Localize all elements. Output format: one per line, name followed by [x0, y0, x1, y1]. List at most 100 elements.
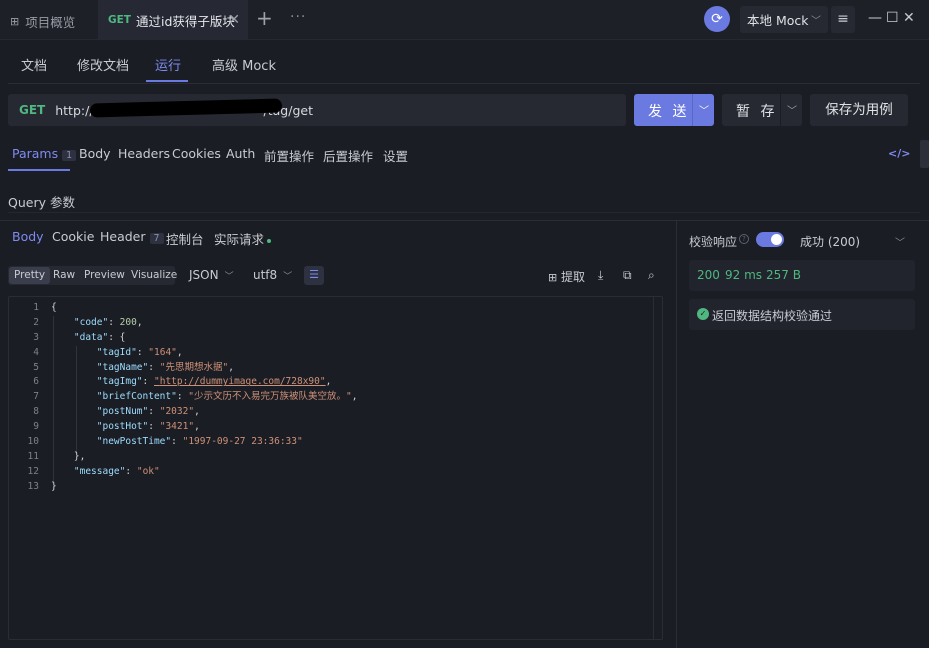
json-postnum-value: 2032	[165, 406, 189, 418]
chevron-down-icon: ﹀	[811, 16, 821, 27]
save-as-case-button[interactable]: 保存为用例	[810, 94, 908, 126]
grid-icon: ⊞	[10, 15, 20, 28]
line-number-gutter: 1 2 3 4 5 6 7 8 9 10 11 12 13	[9, 301, 39, 495]
active-tab-indicator	[8, 169, 70, 171]
extract-icon: ⊞	[548, 271, 558, 284]
download-icon[interactable]: ⤓	[598, 268, 603, 283]
subtab-edit-docs[interactable]: 修改文档	[77, 55, 129, 74]
tab-headers[interactable]: Headers	[118, 146, 170, 161]
url-input[interactable]: GET http:// /tag/get	[8, 94, 626, 126]
tab-project-overview-label: 项目概览	[25, 15, 76, 30]
encoding-select[interactable]: utf8 ﹀	[253, 268, 292, 282]
json-tagimg-link[interactable]: http://dummyimage.com/728x90	[160, 376, 320, 387]
json-tagname-value: 先思期想水据	[165, 361, 223, 373]
line-number: 10	[27, 436, 39, 448]
format-raw[interactable]: Raw	[53, 269, 75, 281]
line-number: 3	[33, 331, 39, 343]
response-tab-console[interactable]: 控制台	[166, 229, 204, 248]
hamburger-menu-icon[interactable]: ≡	[831, 6, 855, 33]
close-window-icon[interactable]: ✕	[903, 10, 915, 26]
validate-toggle[interactable]	[756, 232, 784, 247]
line-number: 1	[33, 302, 39, 313]
response-tab-body[interactable]: Body	[12, 229, 44, 244]
line-number: 13	[27, 480, 39, 492]
response-tab-actual-request[interactable]: 实际请求	[214, 229, 272, 248]
divider	[780, 94, 781, 126]
save-draft-button[interactable]: 暂 存 ﹀	[722, 94, 802, 126]
format-pretty[interactable]: Pretty	[9, 267, 51, 284]
wrap-lines-icon[interactable]: ☰	[304, 266, 324, 285]
help-icon[interactable]: ?	[739, 234, 749, 244]
line-number: 11	[27, 450, 39, 462]
params-count-badge: 1	[62, 150, 77, 161]
environment-label: 本地 Mock	[747, 13, 809, 28]
json-code: { "code": 200, "data": { "tagId": "164",…	[51, 302, 358, 492]
extract-label: 提取	[561, 270, 586, 284]
response-tab-cookie[interactable]: Cookie	[52, 229, 94, 244]
line-number: 5	[33, 361, 39, 373]
validate-response-label: 校验响应	[689, 235, 738, 249]
sync-icon[interactable]: ⟳	[704, 6, 730, 32]
validation-result-text: 返回数据结构校验通过	[712, 309, 833, 323]
scrollbar[interactable]	[920, 140, 929, 168]
subtab-docs[interactable]: 文档	[21, 55, 47, 74]
line-number: 9	[33, 421, 39, 433]
divider	[8, 212, 920, 213]
json-posthot-value: 3421	[165, 421, 189, 433]
response-body-editor[interactable]: 1 2 3 4 5 6 7 8 9 10 11 12 13 { "code": …	[8, 296, 663, 640]
request-method[interactable]: GET	[19, 103, 45, 117]
extract-button[interactable]: ⊞ 提取	[548, 268, 585, 285]
scrollbar[interactable]	[653, 297, 662, 639]
environment-select[interactable]: 本地 Mock ﹀	[740, 6, 828, 33]
tab-endpoint-title: 通过id获得子版块	[135, 13, 235, 29]
tab-params[interactable]: Params 1	[12, 146, 77, 161]
json-newposttime-value: 1997-09-27 23:36:33	[188, 436, 297, 448]
tab-post-operations[interactable]: 后置操作	[323, 146, 373, 165]
format-visualize[interactable]: Visualize	[131, 269, 177, 281]
url-prefix-text: http://	[55, 102, 94, 118]
header-count-badge: 7	[149, 233, 164, 244]
tab-endpoint[interactable]: GET 通过id获得子版块 ✕	[98, 0, 248, 40]
divider	[692, 94, 693, 126]
validation-result: ✓ 返回数据结构校验通过	[689, 299, 915, 330]
subtab-run[interactable]: 运行	[155, 55, 181, 74]
tab-method-badge: GET	[108, 14, 131, 26]
validation-status-select[interactable]: 成功 (200)	[800, 233, 860, 250]
format-preview[interactable]: Preview	[84, 269, 125, 281]
redaction-mark	[89, 98, 283, 118]
chevron-down-icon: ﹀	[224, 272, 234, 282]
copy-icon[interactable]: ⧉	[623, 268, 632, 283]
json-tagid-value: 164	[154, 346, 172, 358]
chevron-down-icon[interactable]: ﹀	[699, 102, 709, 117]
send-button[interactable]: 发 送 ﹀	[634, 94, 714, 126]
subtab-advanced-mock[interactable]: 高级 Mock	[212, 55, 276, 74]
json-briefcontent-value: 少示文历不入易完万族被队美空放。	[194, 391, 347, 403]
close-icon[interactable]: ✕	[228, 12, 240, 28]
code-icon[interactable]: </>	[888, 147, 910, 160]
tab-auth[interactable]: Auth	[226, 146, 255, 161]
tab-project-overview[interactable]: ⊞ 项目概览	[10, 12, 75, 31]
tab-pre-operations[interactable]: 前置操作	[264, 146, 314, 165]
minimize-icon[interactable]: —	[868, 10, 882, 26]
chevron-down-icon[interactable]: ﹀	[895, 234, 905, 249]
line-number: 7	[33, 391, 39, 403]
tab-body[interactable]: Body	[79, 146, 111, 161]
more-icon[interactable]: ···	[290, 9, 306, 25]
chevron-down-icon: ﹀	[283, 272, 293, 282]
tab-settings[interactable]: 设置	[383, 146, 408, 165]
encoding-label: utf8	[253, 268, 278, 282]
chevron-down-icon[interactable]: ﹀	[787, 102, 797, 117]
line-number: 8	[33, 406, 39, 418]
title-bar: ⊞ 项目概览 GET 通过id获得子版块 ✕ + ··· ⟳ 本地 Mock ﹀…	[0, 0, 929, 40]
maximize-icon[interactable]: ☐	[886, 10, 899, 26]
content-type-select[interactable]: JSON ﹀	[189, 268, 234, 282]
response-tab-header[interactable]: Header 7	[100, 229, 164, 244]
status-dot	[267, 238, 272, 243]
status-code: 200	[697, 268, 720, 282]
search-icon[interactable]: ⌕	[648, 268, 655, 283]
new-tab-plus-icon[interactable]: +	[256, 8, 273, 28]
resize-handle[interactable]	[0, 220, 929, 221]
panel-divider[interactable]	[676, 221, 677, 648]
tab-cookies[interactable]: Cookies	[172, 146, 221, 161]
response-stats: 200 92 ms 257 B	[689, 260, 915, 291]
